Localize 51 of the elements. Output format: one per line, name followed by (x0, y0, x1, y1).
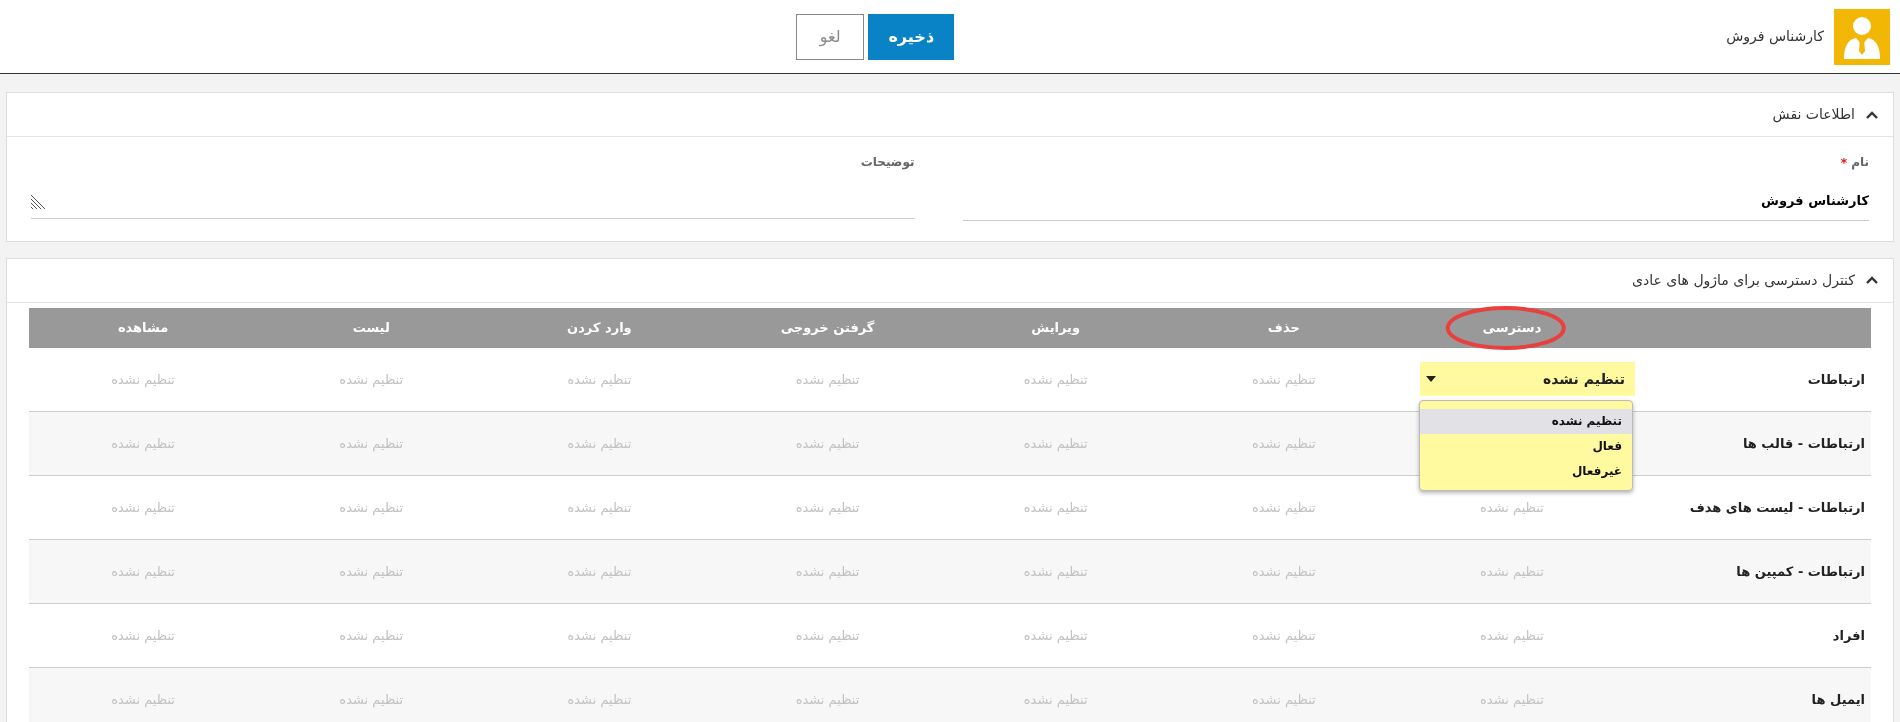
panel-title: اطلاعات نقش (1772, 105, 1855, 125)
permission-value: تنظیم نشده (567, 627, 632, 643)
permission-value: تنظیم نشده (1251, 499, 1316, 515)
permission-value: تنظیم نشده (339, 627, 404, 643)
permission-value: تنظیم نشده (1023, 371, 1088, 387)
column-header: حذف (1267, 319, 1300, 335)
permission-value: تنظیم نشده (339, 499, 404, 515)
module-name: افراد (1832, 627, 1865, 643)
permission-value: تنظیم نشده (1480, 499, 1544, 515)
column-header: ویرایش (1031, 319, 1081, 335)
column-header: دسترسی (1482, 319, 1542, 335)
field-label: توضیحات (860, 154, 915, 171)
permission-value: تنظیم نشده (339, 371, 404, 387)
permission-value: تنظیم نشده (1023, 627, 1088, 643)
permission-value: تنظیم نشده (567, 499, 632, 515)
cancel-button[interactable]: لغو (796, 13, 865, 60)
panel-title: کنترل دسترسی برای ماژول های عادی (1632, 270, 1855, 291)
permission-value: تنظیم نشده (795, 627, 860, 643)
column-header: لیست (352, 319, 390, 335)
name-field[interactable]: کارشناس فروش (962, 180, 1869, 221)
permission-value: تنظیم نشده (1480, 627, 1544, 643)
save-button[interactable]: ذخیره (868, 13, 955, 60)
permission-value: تنظیم نشده (795, 371, 860, 387)
access-dropdown[interactable]: تنظیم نشده (1420, 362, 1635, 397)
permission-value: تنظیم نشده (567, 371, 632, 387)
module-name: ارتباطات - کمپین ها (1736, 563, 1865, 579)
page-title: کارشناس فروش (1726, 27, 1824, 47)
permission-value: تنظیم نشده (1251, 627, 1316, 643)
column-header: وارد کردن (567, 319, 632, 335)
permission-value: تنظیم نشده (1023, 499, 1088, 515)
column-header: مشاهده (117, 319, 169, 335)
module-name: ایمیل ها (1811, 691, 1865, 707)
dropdown-option[interactable]: غیرفعال (1420, 459, 1632, 485)
dropdown-option[interactable]: فعال (1420, 434, 1632, 460)
collapse-chevron-icon[interactable] (1865, 275, 1879, 285)
module-name: ارتباطات - قالب ها (1742, 435, 1865, 451)
field-label: نام (1851, 154, 1869, 172)
required-mark: * (1840, 154, 1848, 172)
permission-value: تنظیم نشده (111, 627, 175, 643)
collapse-chevron-icon[interactable] (1865, 109, 1879, 120)
permission-value: تنظیم نشده (795, 499, 860, 515)
permission-value: تنظیم نشده (111, 499, 175, 515)
dropdown-option[interactable]: تنظیم نشده (1420, 409, 1632, 435)
caret-icon (1426, 376, 1436, 383)
user-avatar-icon (1834, 8, 1890, 65)
permission-value: تنظیم نشده (111, 371, 175, 387)
module-name: ارتباطات - لیست های هدف (1689, 499, 1865, 515)
permission-value: تنظیم نشده (1251, 371, 1316, 387)
module-name: ارتباطات (1807, 371, 1865, 387)
resize-grip-icon[interactable] (31, 193, 47, 209)
column-header: گرفتن خروجی (780, 319, 875, 335)
